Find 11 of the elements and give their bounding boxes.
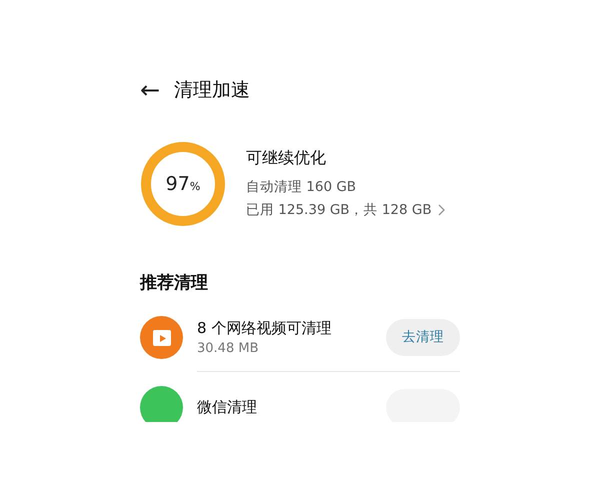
auto-clean-text: 自动清理 160 GB xyxy=(246,178,358,197)
item-size: 30.48 MB xyxy=(197,340,260,358)
usage-text: 已用 125.39 GB，共 128 GB xyxy=(246,201,432,220)
item-title: 8 个网络视频可清理 xyxy=(197,318,332,338)
percent-text: 97% xyxy=(166,172,200,197)
back-button[interactable]: ← xyxy=(140,78,160,102)
clean-button[interactable]: 去清理 xyxy=(386,319,460,356)
section-title: 推荐清理 xyxy=(140,272,209,295)
page-title: 清理加速 xyxy=(174,78,250,103)
item-title: 微信清理 xyxy=(197,396,257,418)
status-text: 可继续优化 xyxy=(246,147,327,169)
